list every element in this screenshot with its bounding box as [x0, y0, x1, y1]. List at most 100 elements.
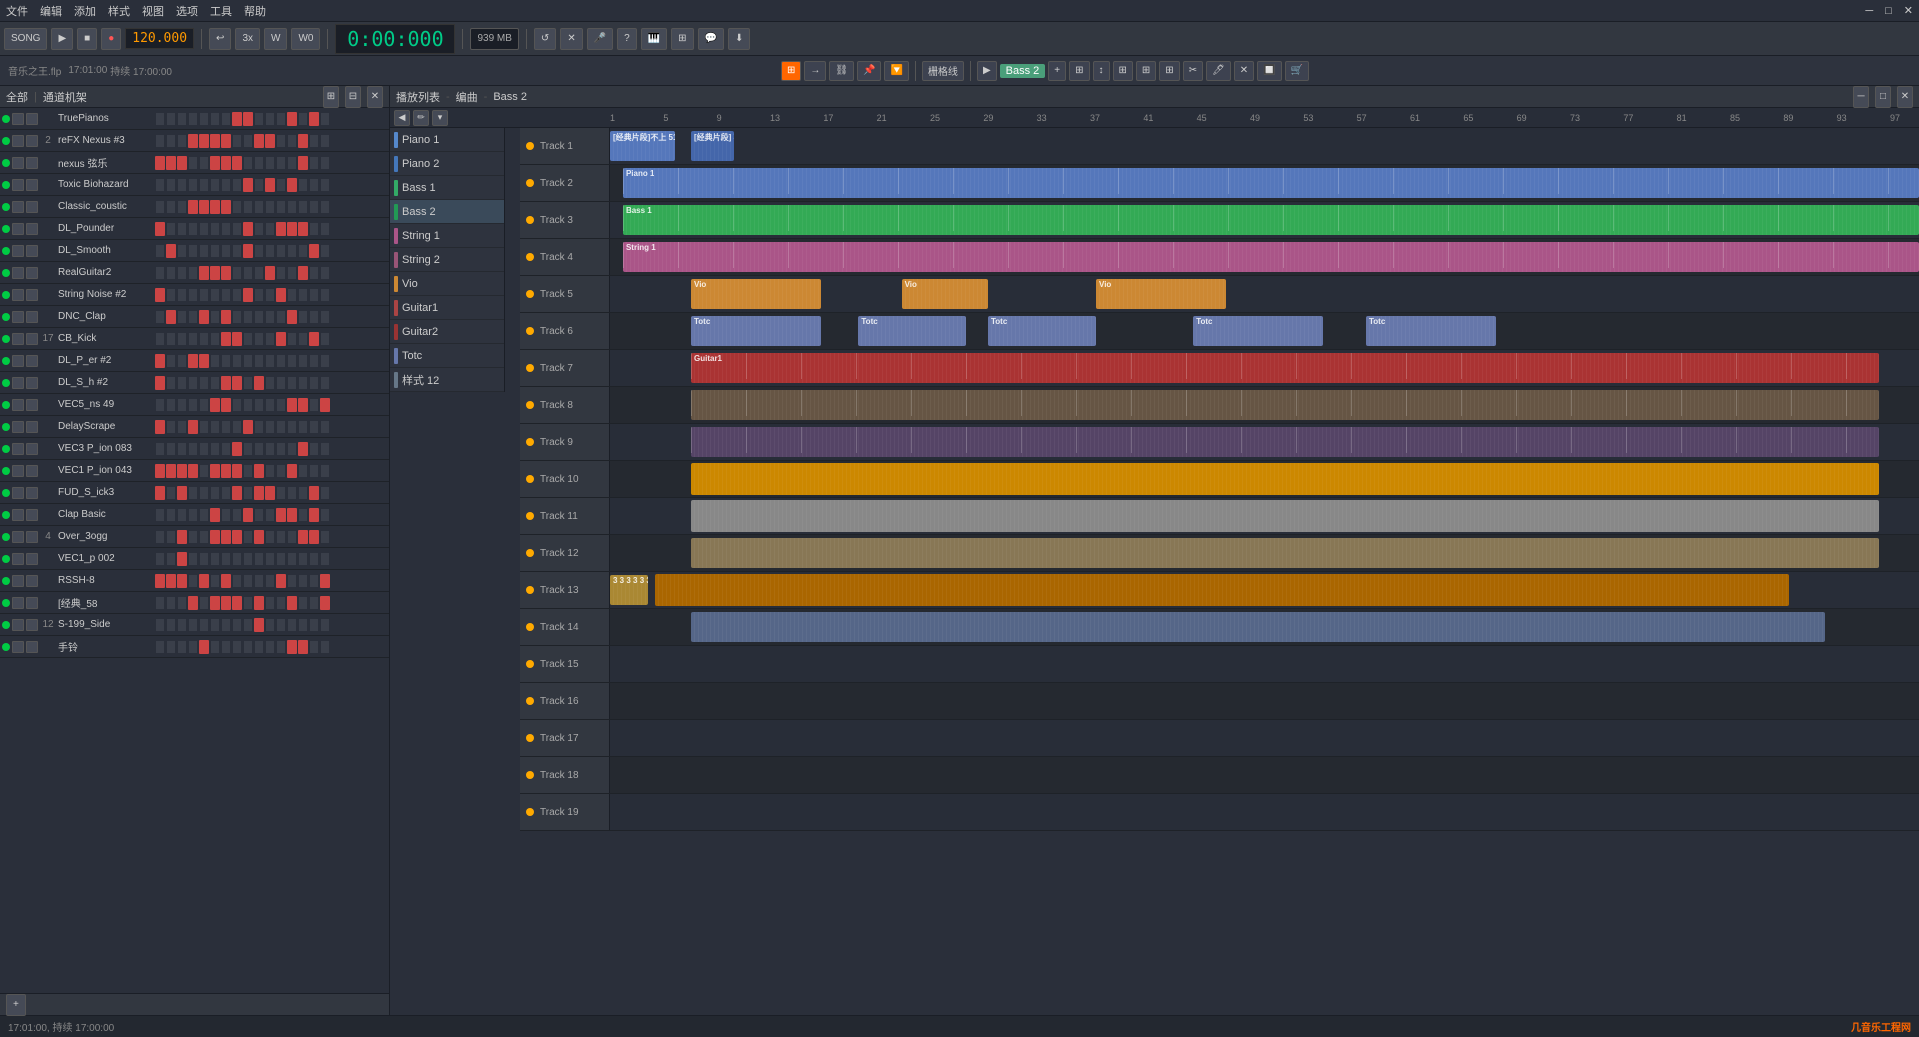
pad[interactable]	[188, 574, 198, 588]
pad[interactable]	[265, 266, 275, 280]
pad[interactable]	[265, 464, 275, 478]
pad[interactable]	[188, 310, 198, 324]
bass2-pattern[interactable]: Bass 2	[1000, 64, 1046, 78]
channel-solo-btn[interactable]	[26, 201, 38, 213]
pad[interactable]	[177, 354, 187, 368]
channel-name[interactable]: nexus 弦乐	[58, 155, 155, 170]
pad[interactable]	[166, 508, 176, 522]
pattern-item[interactable]: Guitar1	[390, 296, 504, 320]
pattern-sort[interactable]: ↕	[1093, 61, 1110, 81]
track-content[interactable]	[610, 424, 1919, 460]
pad[interactable]	[155, 156, 165, 170]
pad[interactable]	[287, 112, 297, 126]
pad[interactable]	[309, 310, 319, 324]
channel-name[interactable]: DL_Pounder	[58, 223, 155, 234]
pad[interactable]	[210, 288, 220, 302]
pad[interactable]	[210, 574, 220, 588]
pad[interactable]	[155, 354, 165, 368]
channel-name[interactable]: Toxic Biohazard	[58, 179, 155, 190]
pad[interactable]	[188, 266, 198, 280]
pad[interactable]	[199, 420, 209, 434]
channel-led[interactable]	[2, 599, 10, 607]
pad[interactable]	[254, 508, 264, 522]
channel-led[interactable]	[2, 203, 10, 211]
pad[interactable]	[276, 288, 286, 302]
channel-name[interactable]: VEC3 P_ion 083	[58, 443, 155, 454]
pad[interactable]	[155, 530, 165, 544]
pad[interactable]	[309, 288, 319, 302]
channel-name[interactable]: RSSH-8	[58, 575, 155, 586]
pad[interactable]	[243, 398, 253, 412]
pad[interactable]	[298, 574, 308, 588]
pad[interactable]	[155, 420, 165, 434]
pad[interactable]	[287, 552, 297, 566]
channel-led[interactable]	[2, 511, 10, 519]
pad[interactable]	[287, 156, 297, 170]
pad[interactable]	[254, 552, 264, 566]
menu-options[interactable]: 选项	[176, 3, 198, 19]
pad[interactable]	[177, 156, 187, 170]
add-channel-btn[interactable]: +	[6, 994, 26, 1016]
pad[interactable]	[210, 332, 220, 346]
pattern-item[interactable]: Bass 2	[390, 200, 504, 224]
pad[interactable]	[254, 112, 264, 126]
track-name-cell[interactable]: Track 10	[520, 461, 610, 497]
track-name-cell[interactable]: Track 4	[520, 239, 610, 275]
track-content[interactable]	[610, 498, 1919, 534]
pad[interactable]	[199, 486, 209, 500]
pad[interactable]	[276, 596, 286, 610]
pad[interactable]	[166, 618, 176, 632]
channel-view-btn[interactable]: ⊟	[345, 86, 361, 108]
pad[interactable]	[221, 112, 231, 126]
channel-name[interactable]: Classic_coustic	[58, 201, 155, 212]
channel-led[interactable]	[2, 621, 10, 629]
pad[interactable]	[320, 618, 330, 632]
channel-name[interactable]: reFX Nexus #3	[58, 135, 155, 146]
song-mode-btn[interactable]: SONG	[4, 28, 47, 50]
channel-solo-btn[interactable]	[26, 641, 38, 653]
track-content[interactable]	[610, 609, 1919, 645]
pad[interactable]	[309, 398, 319, 412]
pad[interactable]	[221, 508, 231, 522]
pad[interactable]	[298, 640, 308, 654]
track-name-cell[interactable]: Track 19	[520, 794, 610, 830]
pad[interactable]	[188, 112, 198, 126]
tracks-scroll[interactable]: Track 1[经典片段]不上 5119258[经典片段] 不上班 225119…	[520, 128, 1919, 1015]
pad[interactable]	[199, 288, 209, 302]
pad[interactable]	[287, 530, 297, 544]
channel-solo-btn[interactable]	[26, 157, 38, 169]
channel-settings-btn[interactable]: ⊞	[323, 86, 339, 108]
channel-solo-btn[interactable]	[26, 509, 38, 521]
menu-edit[interactable]: 编辑	[40, 3, 62, 19]
pad[interactable]	[287, 332, 297, 346]
pad[interactable]	[276, 618, 286, 632]
plugin-btn[interactable]: ⬇	[728, 28, 750, 50]
pad[interactable]	[188, 486, 198, 500]
menu-view[interactable]: 视图	[142, 3, 164, 19]
pad[interactable]	[155, 134, 165, 148]
pad[interactable]	[298, 134, 308, 148]
pad[interactable]	[177, 640, 187, 654]
channel-led[interactable]	[2, 379, 10, 387]
channel-name[interactable]: VEC5_ns 49	[58, 399, 155, 410]
pad[interactable]	[309, 618, 319, 632]
track-content[interactable]	[610, 683, 1919, 719]
pad[interactable]	[177, 178, 187, 192]
clip-block[interactable]	[691, 612, 1825, 642]
pattern-item[interactable]: 样式 12	[390, 368, 504, 392]
pad[interactable]	[243, 596, 253, 610]
arrow-btn[interactable]: →	[804, 61, 826, 81]
pad[interactable]	[199, 332, 209, 346]
track-content[interactable]	[610, 720, 1919, 756]
pad[interactable]	[177, 376, 187, 390]
pad[interactable]	[265, 156, 275, 170]
pad[interactable]	[199, 266, 209, 280]
pad[interactable]	[221, 486, 231, 500]
pattern-del[interactable]: 🖊	[1206, 61, 1231, 81]
pad[interactable]	[320, 200, 330, 214]
pad[interactable]	[298, 486, 308, 500]
track-name-cell[interactable]: Track 7	[520, 350, 610, 386]
pad[interactable]	[166, 640, 176, 654]
pad[interactable]	[188, 200, 198, 214]
pad[interactable]	[166, 376, 176, 390]
